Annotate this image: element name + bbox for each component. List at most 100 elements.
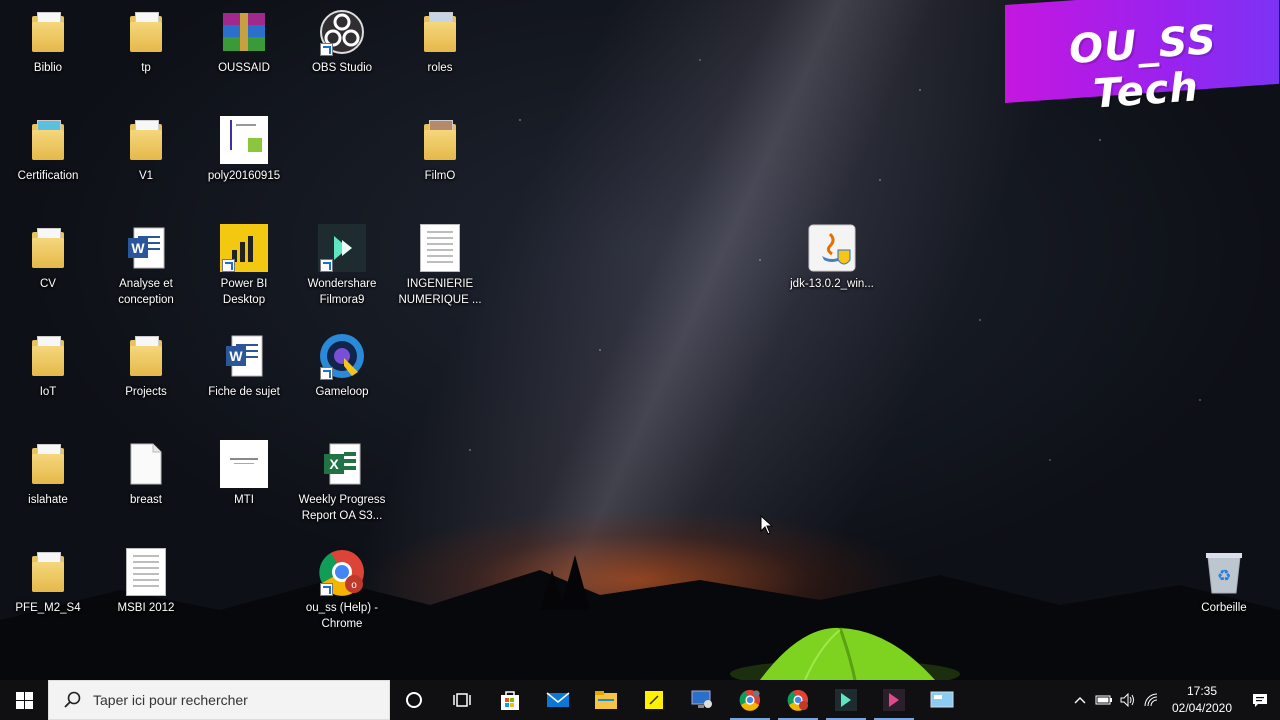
battery-icon: [1095, 695, 1112, 705]
volume-icon: [1120, 693, 1134, 707]
desktop-icon-label: Weekly Progress Report OA S3...: [298, 494, 386, 522]
file-explorer-icon: [595, 691, 617, 709]
desktop-icon-weekly[interactable]: X Weekly Progress Report OA S3...: [296, 440, 388, 524]
folder-icon: [24, 224, 72, 272]
folder-icon: [24, 548, 72, 596]
folder-icon: [416, 116, 464, 164]
desktop-icon-label: Corbeille: [1201, 602, 1247, 614]
filmora-icon: [318, 224, 366, 272]
folder-icon: [122, 116, 170, 164]
desktop-icon-label: jdk-13.0.2_win...: [790, 278, 874, 290]
store-icon: [501, 691, 519, 710]
start-button[interactable]: [0, 680, 48, 720]
desktop-icon-projects[interactable]: Projects: [100, 332, 192, 400]
battery-button[interactable]: [1092, 680, 1116, 720]
search-icon: [64, 691, 81, 708]
taskbar-mail[interactable]: [534, 680, 582, 720]
desktop-icon-roles[interactable]: roles: [394, 8, 486, 76]
volume-button[interactable]: [1116, 680, 1140, 720]
folder-icon: [24, 440, 72, 488]
chrome-icon: o: [318, 548, 366, 596]
desktop-icon-label: islahate: [28, 494, 68, 506]
desktop-icon-ingenierie[interactable]: INGENIERIE NUMERIQUE ...: [394, 224, 486, 308]
desktop-icon-cv[interactable]: CV: [2, 224, 94, 292]
taskbar-monitor-app[interactable]: [918, 680, 966, 720]
chevron-up-icon: [1074, 697, 1086, 704]
show-hidden-icons-button[interactable]: [1068, 680, 1092, 720]
desktop-icon-jdk[interactable]: jdk-13.0.2_win...: [786, 224, 878, 292]
desktop-icon-poly[interactable]: poly20160915: [198, 116, 290, 184]
desktop-icon-mti[interactable]: MTI: [198, 440, 290, 508]
obs-studio-icon: [318, 8, 366, 56]
sticky-notes-icon: [645, 691, 663, 709]
folder-icon: [122, 8, 170, 56]
cortana-button[interactable]: [390, 680, 438, 720]
desktop-icon-fiche[interactable]: W Fiche de sujet: [198, 332, 290, 400]
desktop-icon-islahate[interactable]: islahate: [2, 440, 94, 508]
desktop-icon-label: CV: [40, 278, 56, 290]
taskbar-chrome-profile[interactable]: [774, 680, 822, 720]
taskbar-sticky-notes[interactable]: [630, 680, 678, 720]
desktop-icon-gameloop[interactable]: Gameloop: [296, 332, 388, 400]
remote-desktop-icon: [691, 690, 712, 708]
desktop-icon-label: MSBI 2012: [117, 602, 175, 614]
desktop-icon-analyse[interactable]: W Analyse et conception: [100, 224, 192, 308]
chrome-profile-icon: [787, 689, 809, 711]
network-button[interactable]: [1140, 680, 1164, 720]
svg-text:W: W: [229, 348, 243, 364]
document-thumbnail-icon: [122, 548, 170, 596]
taskbar-search-box[interactable]: Taper ici pour rechercher: [48, 680, 390, 720]
desktop-icon-filmo[interactable]: FilmO: [394, 116, 486, 184]
taskbar-filmora-scrn[interactable]: [870, 680, 918, 720]
desktop-icon-label: Wondershare Filmora9: [307, 278, 377, 306]
desktop-icon-label: V1: [138, 170, 154, 182]
windows-logo-icon: [15, 691, 33, 709]
folder-icon: [24, 332, 72, 380]
desktop-icon-biblio[interactable]: Biblio: [2, 8, 94, 76]
taskbar-filmora[interactable]: [822, 680, 870, 720]
shortcut-arrow-icon: [222, 259, 235, 272]
desktop-icon-obs[interactable]: OBS Studio: [296, 8, 388, 76]
mouse-cursor-icon: [760, 515, 774, 535]
task-view-icon: [453, 693, 471, 707]
desktop-icon-msbi[interactable]: MSBI 2012: [100, 548, 192, 616]
desktop-icon-breast[interactable]: breast: [100, 440, 192, 508]
desktop-icon-corbeille[interactable]: ♻ Corbeille: [1178, 548, 1270, 616]
taskbar-chrome[interactable]: [726, 680, 774, 720]
desktop-icon-iot[interactable]: IoT: [2, 332, 94, 400]
filmora-scrn-icon: [883, 689, 905, 711]
blank-file-icon: [122, 440, 170, 488]
taskbar-remote-desktop[interactable]: [678, 680, 726, 720]
taskbar-clock[interactable]: 17:35 02/04/2020: [1164, 683, 1240, 717]
desktop-icon-label: OUSSAID: [218, 62, 270, 74]
desktop-icon-label: Fiche de sujet: [208, 386, 280, 398]
desktop-icon-v1[interactable]: V1: [100, 116, 192, 184]
desktop-icon-pfe[interactable]: PFE_M2_S4: [2, 548, 94, 616]
wifi-icon: [1144, 693, 1158, 707]
desktop-icon-label: Gameloop: [315, 386, 369, 398]
desktop-icon-powerbi[interactable]: Power BI Desktop: [198, 224, 290, 308]
desktop-icon-filmora[interactable]: Wondershare Filmora9: [296, 224, 388, 308]
desktop-icon-label: poly20160915: [207, 170, 281, 182]
desktop-icon-chrome[interactable]: o ou_ss (Help) - Chrome: [296, 548, 388, 632]
clock-time: 17:35: [1186, 684, 1218, 698]
desktop-icon-label: IoT: [39, 386, 57, 398]
taskbar-store[interactable]: [486, 680, 534, 720]
shortcut-arrow-icon: [320, 583, 333, 596]
desktop-icon-certification[interactable]: Certification: [2, 116, 94, 184]
desktop-icon-label: Certification: [17, 170, 79, 182]
wallpaper-tent: [730, 627, 960, 680]
channel-banner-text: OU_SS Tech: [1067, 16, 1219, 118]
document-thumbnail-icon: [220, 116, 268, 164]
folder-icon: [122, 332, 170, 380]
desktop-icon-oussaid[interactable]: OUSSAID: [198, 8, 290, 76]
task-view-button[interactable]: [438, 680, 486, 720]
word-document-icon: W: [220, 332, 268, 380]
winrar-archive-icon: [220, 8, 268, 56]
shortcut-arrow-icon: [320, 259, 333, 272]
folder-icon: [24, 116, 72, 164]
mail-icon: [546, 692, 570, 707]
action-center-button[interactable]: [1240, 680, 1280, 720]
taskbar-file-explorer[interactable]: [582, 680, 630, 720]
desktop-icon-tp[interactable]: tp: [100, 8, 192, 76]
